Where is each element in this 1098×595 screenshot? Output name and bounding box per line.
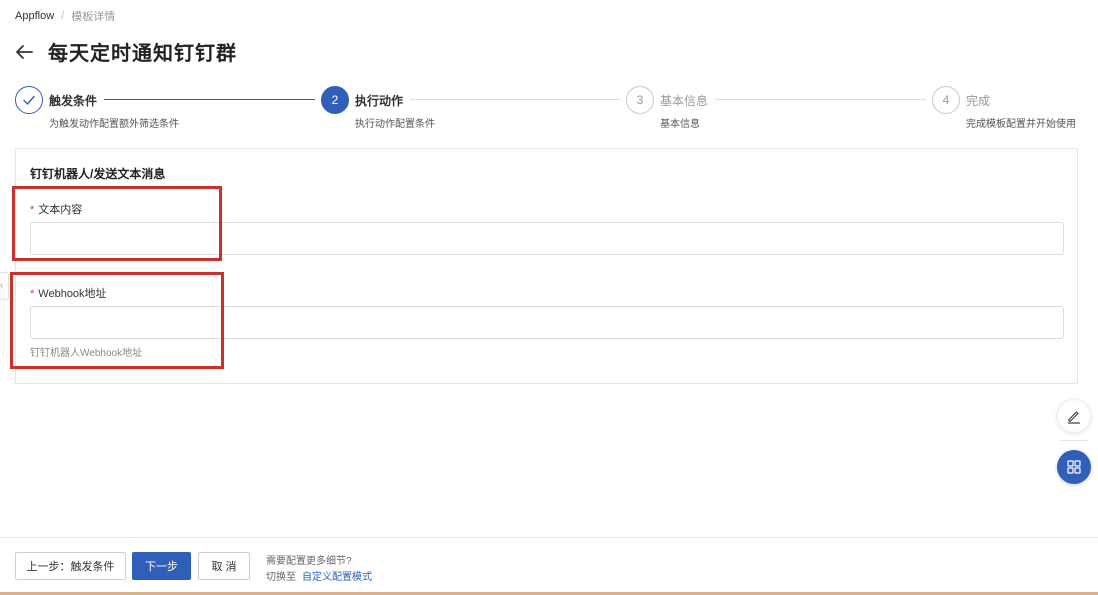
step-desc: 执行动作配置条件 — [355, 119, 435, 130]
step-title: 触发条件 — [49, 94, 98, 108]
step-title: 基本信息 — [660, 94, 709, 108]
grid-icon — [1067, 460, 1081, 474]
breadcrumb-separator: / — [61, 10, 65, 22]
edit-fab[interactable] — [1057, 399, 1091, 433]
step-connector — [104, 99, 315, 100]
step-connector — [715, 99, 926, 100]
title-row: 每天定时通知钉钉群 — [14, 37, 237, 66]
step-desc: 基本信息 — [660, 119, 700, 130]
steps-progress: 触发条件 为触发动作配置额外筛选条件 2 执行动作 执行动作配置条件 3 基本信… — [15, 86, 1085, 130]
prev-step-button[interactable]: 上一步：触发条件 — [15, 552, 126, 580]
page-title: 每天定时通知钉钉群 — [48, 43, 237, 65]
sidebar-collapse-tab[interactable]: ‹ — [0, 272, 9, 300]
chevron-left-icon: ‹ — [0, 280, 4, 291]
check-icon — [23, 95, 35, 105]
arrow-left-icon[interactable] — [14, 42, 34, 62]
step-circle-done — [15, 86, 43, 114]
next-step-button[interactable]: 下一步 — [132, 552, 191, 580]
custom-mode-link[interactable]: 自定义配置模式 — [302, 572, 372, 583]
step-desc: 为触发动作配置额外筛选条件 — [49, 119, 179, 130]
fab-divider — [1060, 440, 1088, 441]
step-circle-active: 2 — [321, 86, 349, 114]
cancel-button[interactable]: 取 消 — [198, 552, 250, 580]
breadcrumb: Appflow / 模板详情 — [15, 8, 115, 24]
breadcrumb-current: 模板详情 — [71, 11, 116, 23]
footer-bar: 上一步：触发条件 下一步 取 消 需要配置更多细节? 切换至 自定义配置模式 — [0, 537, 1098, 595]
hint-question: 需要配置更多细节? — [266, 556, 352, 567]
step-circle-todo: 4 — [932, 86, 960, 114]
hint-switch: 切换至 自定义配置模式 — [266, 568, 372, 583]
step-connector — [410, 99, 620, 100]
apps-fab[interactable] — [1057, 450, 1091, 484]
step-circle-todo: 3 — [626, 86, 654, 114]
step-title: 完成 — [966, 94, 991, 108]
hint-prefix: 切换至 — [266, 572, 296, 583]
step-title: 执行动作 — [355, 94, 404, 108]
highlight-box-webhook — [10, 272, 224, 369]
highlight-box-text-content — [12, 186, 222, 261]
pencil-icon — [1067, 411, 1081, 424]
breadcrumb-home[interactable]: Appflow — [15, 10, 54, 22]
step-desc: 完成模板配置并开始使用 — [966, 119, 1076, 130]
panel-title: 钉钉机器人/发送文本消息 — [30, 167, 166, 181]
